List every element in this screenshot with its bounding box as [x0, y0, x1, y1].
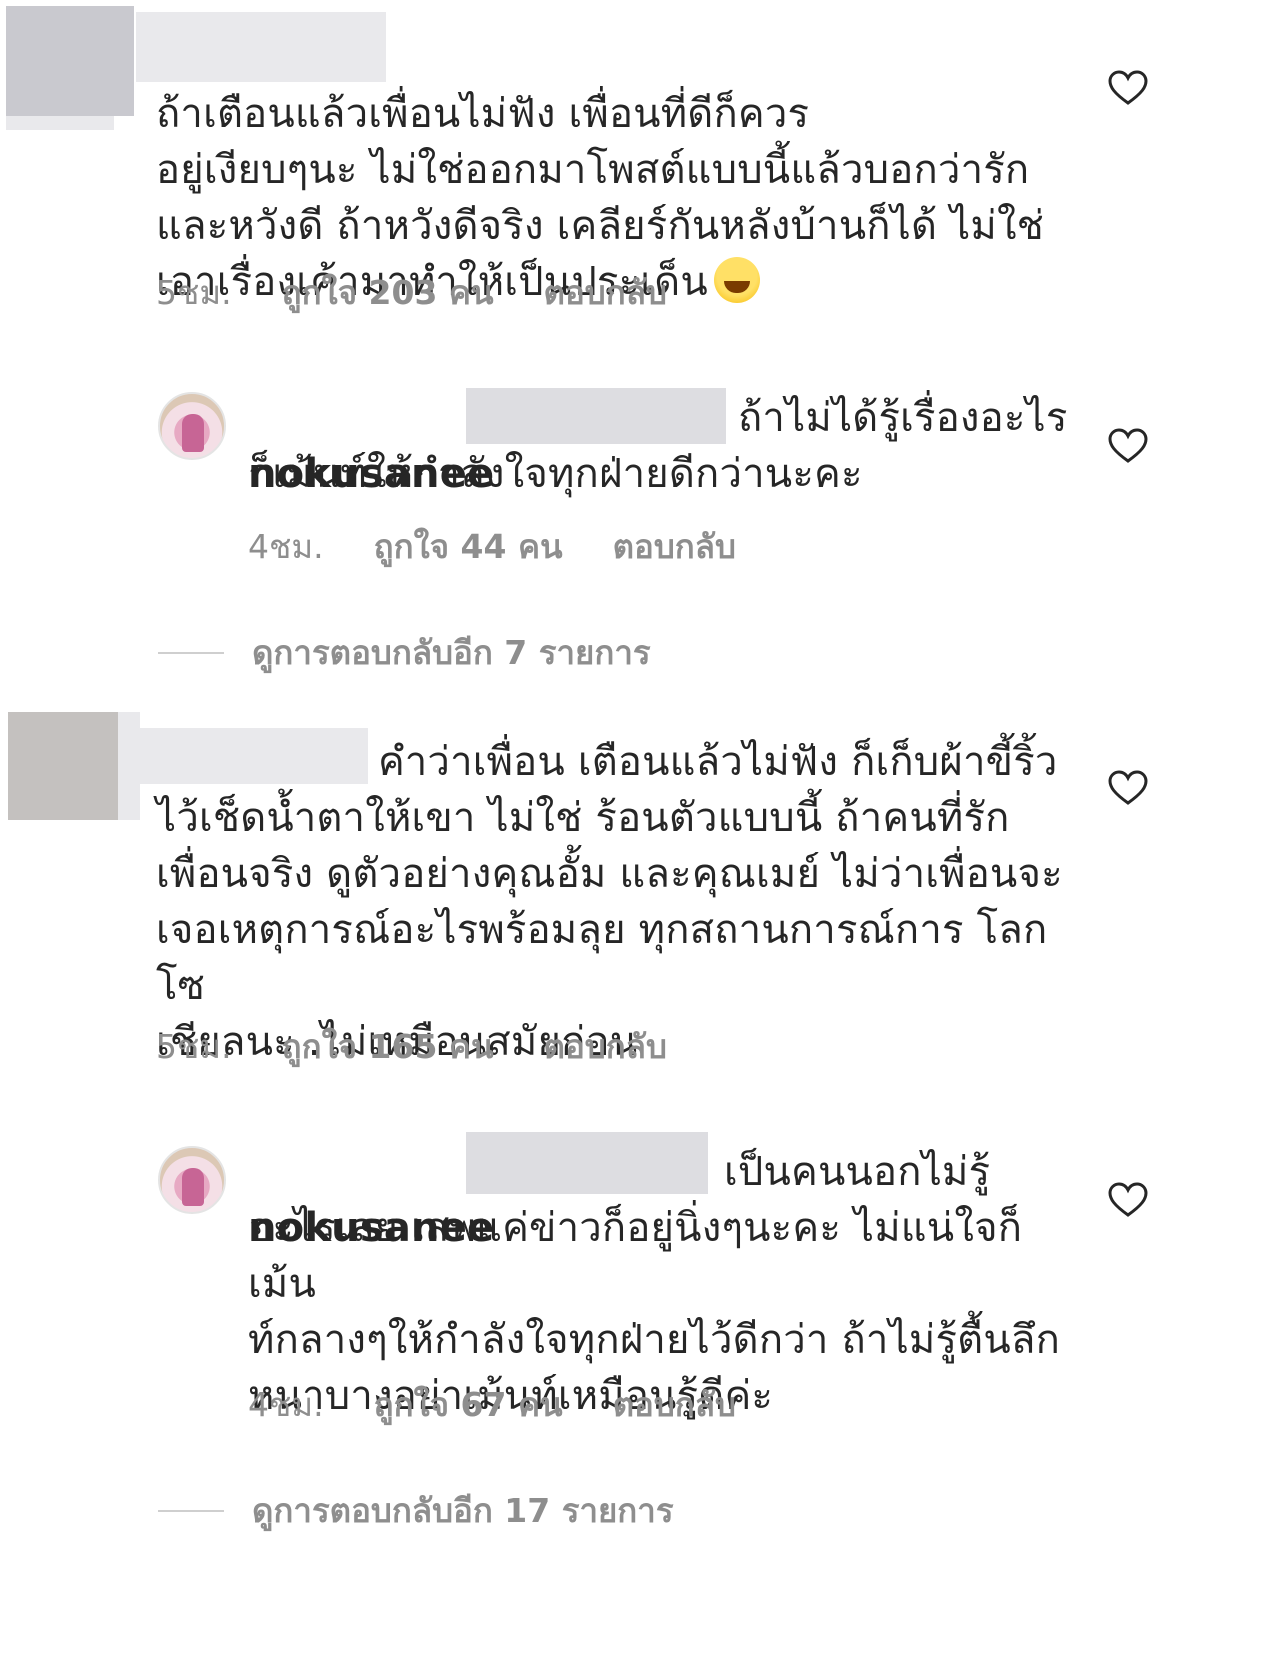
comment-time: 5ชม. [156, 1027, 232, 1066]
view-more-label[interactable]: ดูการตอบกลับอีก 7 รายการ [252, 626, 651, 679]
blurred-avatar [6, 6, 134, 116]
comment-meta: 5ชม. ถูกใจ 203 คน ตอบกลับ [156, 266, 667, 319]
grinning-face-with-sweat-emoji [713, 257, 760, 303]
reply-time: 4ชม. [248, 527, 324, 566]
divider-line [158, 651, 224, 654]
reply-text-body: ถ้าไม่ได้รู้เรื่องอะไร ก็เม้นท์ให้กำลังใ… [248, 395, 1068, 497]
view-more-label[interactable]: ดูการตอบกลับอีก 17 รายการ [252, 1484, 674, 1537]
view-more-replies[interactable]: ดูการตอบกลับอีก 17 รายการ [158, 1484, 674, 1537]
heart-outline-icon[interactable] [1108, 70, 1148, 106]
like-count[interactable]: ถูกใจ 165 คน [282, 1020, 494, 1073]
view-more-replies[interactable]: ดูการตอบกลับอีก 7 รายการ [158, 626, 651, 679]
comment-time: 5ชม. [156, 273, 232, 312]
like-count[interactable]: ถูกใจ 67 คน [374, 1378, 563, 1431]
comment-meta: 5ชม. ถูกใจ 165 คน ตอบกลับ [156, 1020, 667, 1073]
heart-outline-icon[interactable] [1108, 1182, 1148, 1218]
reply-time: 4ชม. [248, 1385, 324, 1424]
avatar[interactable] [158, 392, 226, 460]
blurred-avatar-edge [118, 712, 140, 820]
like-count[interactable]: ถูกใจ 203 คน [282, 266, 494, 319]
blurred-avatar-edge [6, 116, 114, 130]
reply-button[interactable]: ตอบกลับ [613, 1378, 736, 1431]
reply-button[interactable]: ตอบกลับ [544, 1020, 667, 1073]
reply-button[interactable]: ตอบกลับ [613, 520, 736, 573]
avatar[interactable] [158, 1146, 226, 1214]
reply-button[interactable]: ตอบกลับ [544, 266, 667, 319]
heart-outline-icon[interactable] [1108, 428, 1148, 464]
like-count[interactable]: ถูกใจ 44 คน [374, 520, 563, 573]
divider-line [158, 1509, 224, 1512]
reply-meta: 4ชม. ถูกใจ 44 คน ตอบกลับ [248, 520, 736, 573]
heart-outline-icon[interactable] [1108, 770, 1148, 806]
blurred-avatar [8, 712, 118, 820]
reply-meta: 4ชม. ถูกใจ 67 คน ตอบกลับ [248, 1378, 736, 1431]
